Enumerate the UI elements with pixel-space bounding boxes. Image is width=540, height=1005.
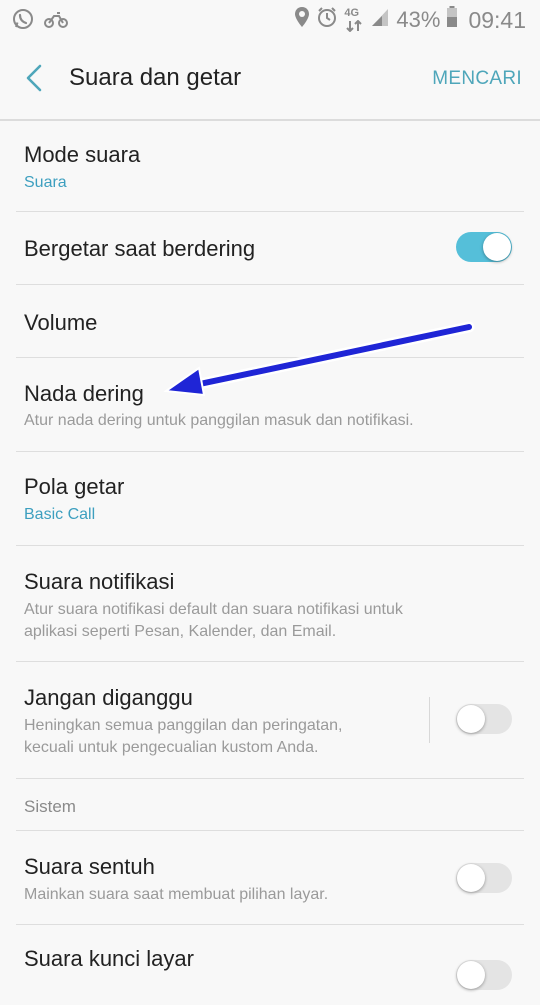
settings-list: Mode suara Suara Bergetar saat berdering… bbox=[0, 121, 540, 1005]
setting-description: Mainkan suara saat membuat pilihan layar… bbox=[24, 886, 329, 903]
page-title: Suara dan getar bbox=[69, 64, 242, 91]
setting-volume[interactable]: Volume bbox=[16, 285, 524, 358]
suara-sentuh-toggle[interactable] bbox=[456, 863, 512, 893]
search-button[interactable]: MENCARI bbox=[432, 68, 522, 90]
setting-description: Atur nada dering untuk panggilan masuk d… bbox=[24, 412, 414, 429]
battery-icon bbox=[446, 6, 458, 34]
setting-title: Pola getar bbox=[24, 474, 125, 499]
setting-suara-notifikasi[interactable]: Suara notifikasi Atur suara notifikasi d… bbox=[16, 546, 524, 662]
battery-percent: 43% bbox=[396, 7, 441, 32]
clock: 09:41 bbox=[468, 6, 526, 33]
toggle-knob bbox=[457, 705, 485, 733]
network-4g-icon: 4G bbox=[344, 7, 364, 33]
setting-title: Jangan diganggu bbox=[24, 685, 193, 710]
toggle-knob bbox=[457, 864, 485, 892]
vertical-divider bbox=[429, 697, 430, 743]
app-header: Suara dan getar MENCARI bbox=[0, 38, 540, 120]
setting-mode-suara[interactable]: Mode suara Suara bbox=[16, 121, 524, 212]
setting-description: aplikasi seperti Pesan, Kalender, dan Em… bbox=[24, 623, 337, 640]
setting-description: kecuali untuk pengecualian kustom Anda. bbox=[24, 739, 319, 756]
setting-title: Mode suara bbox=[24, 142, 141, 167]
section-label: Sistem bbox=[24, 797, 76, 816]
setting-value: Suara bbox=[24, 174, 67, 191]
bergetar-toggle[interactable] bbox=[456, 232, 512, 262]
back-button[interactable] bbox=[18, 58, 54, 98]
setting-title: Volume bbox=[24, 310, 98, 335]
setting-title: Bergetar saat berdering bbox=[24, 236, 256, 261]
chevron-left-icon bbox=[26, 64, 42, 92]
alarm-icon bbox=[316, 6, 338, 34]
suara-kunci-layar-toggle[interactable] bbox=[456, 960, 512, 990]
setting-bergetar[interactable]: Bergetar saat berdering bbox=[16, 212, 524, 285]
setting-description: Atur suara notifikasi default dan suara … bbox=[24, 601, 403, 618]
location-icon bbox=[294, 6, 310, 34]
setting-title: Suara sentuh bbox=[24, 854, 155, 879]
setting-title: Suara notifikasi bbox=[24, 569, 175, 594]
setting-description: Heningkan semua panggilan dan peringatan… bbox=[24, 717, 343, 734]
signal-icon bbox=[370, 7, 390, 33]
setting-jangan-diganggu[interactable]: Jangan diganggu Heningkan semua panggila… bbox=[16, 662, 524, 779]
toggle-knob bbox=[457, 961, 485, 989]
jangan-diganggu-toggle[interactable] bbox=[456, 704, 512, 734]
setting-title: Nada dering bbox=[24, 381, 144, 406]
section-header-sistem: Sistem bbox=[16, 779, 524, 831]
setting-pola-getar[interactable]: Pola getar Basic Call bbox=[16, 452, 524, 546]
toggle-knob bbox=[483, 233, 511, 261]
whatsapp-icon bbox=[12, 8, 34, 36]
setting-suara-sentuh[interactable]: Suara sentuh Mainkan suara saat membuat … bbox=[16, 831, 524, 925]
status-bar: 4G 43% 09:41 bbox=[0, 0, 540, 38]
setting-value: Basic Call bbox=[24, 506, 96, 523]
setting-suara-kunci-layar[interactable]: Suara kunci layar bbox=[16, 925, 524, 1005]
motorbike-icon bbox=[44, 9, 68, 35]
setting-title: Suara kunci layar bbox=[24, 946, 194, 971]
setting-nada-dering[interactable]: Nada dering Atur nada dering untuk pangg… bbox=[16, 358, 524, 452]
